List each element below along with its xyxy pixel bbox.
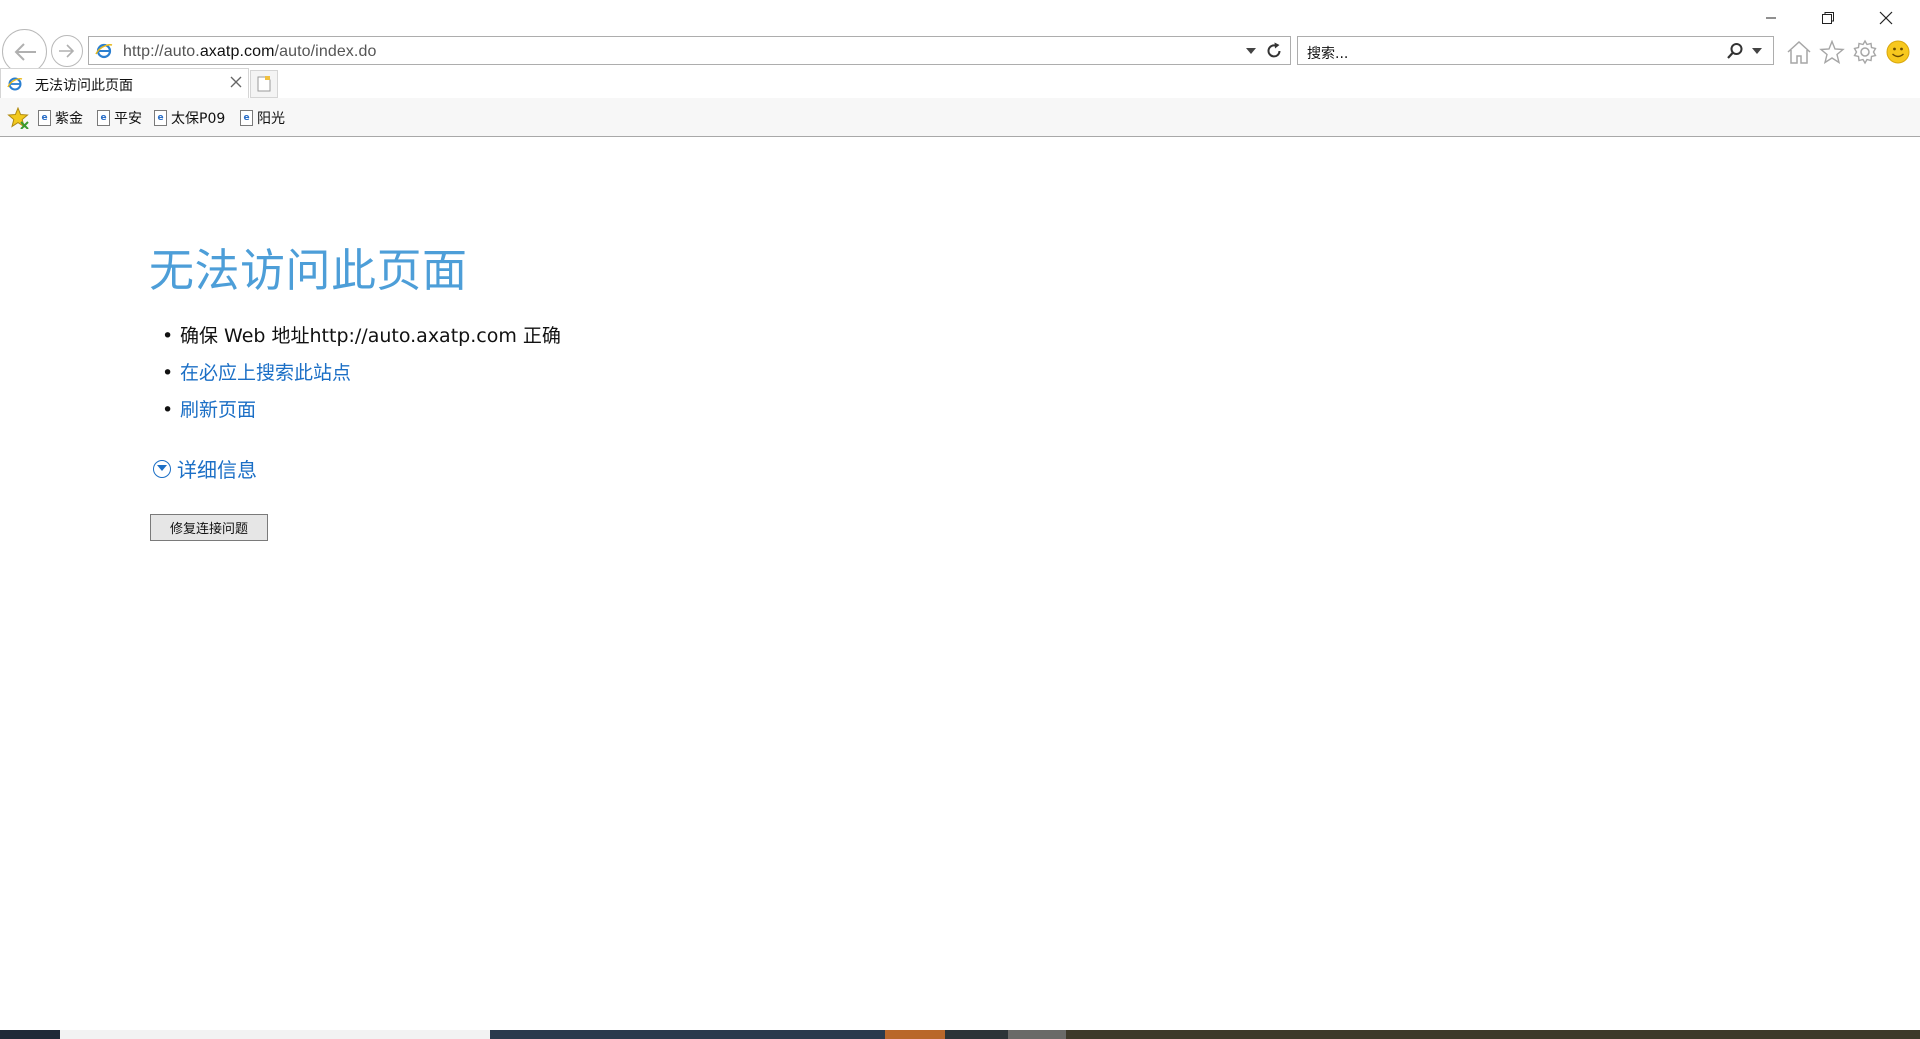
favorite-link-yangguang[interactable]: e 阳光	[240, 108, 285, 128]
taskbar-app[interactable]	[1008, 1030, 1066, 1039]
favorite-link-taibao[interactable]: e 太保P09	[154, 108, 225, 128]
fix-connection-button[interactable]: 修复连接问题	[150, 514, 268, 541]
details-label: 详细信息	[177, 458, 257, 482]
details-toggle[interactable]: 详细信息	[153, 454, 257, 483]
search-icon[interactable]	[1726, 42, 1744, 60]
error-headline: 无法访问此页面	[149, 244, 468, 297]
url-text: http://auto.axatp.com/auto/index.do	[123, 43, 377, 60]
taskbar-search[interactable]	[60, 1030, 490, 1039]
close-window-button[interactable]	[1858, 4, 1914, 32]
tab-title: 无法访问此页面	[35, 78, 133, 94]
taskbar-tray	[1066, 1030, 1920, 1039]
suggestion-refresh[interactable]: 刷新页面	[162, 392, 561, 429]
suggestion-search-bing[interactable]: 在必应上搜索此站点	[162, 355, 561, 392]
refresh-page-link[interactable]: 刷新页面	[180, 399, 256, 421]
tools-button[interactable]	[1851, 38, 1879, 66]
start-area[interactable]	[0, 1030, 60, 1039]
browser-toolbar: http://auto.axatp.com/auto/index.do 搜索..…	[0, 0, 1920, 74]
ie-page-icon: e	[97, 110, 110, 126]
address-dropdown-icon[interactable]	[1246, 48, 1256, 55]
refresh-icon[interactable]	[1265, 42, 1283, 60]
ie-page-icon: e	[240, 110, 253, 126]
page-content: 无法访问此页面 确保 Web 地址http://auto.axatp.com 正…	[0, 138, 1920, 1030]
ie-page-icon: e	[38, 110, 51, 126]
chevron-down-icon	[153, 459, 171, 478]
new-tab-button[interactable]	[250, 70, 278, 98]
suggestion-list: 确保 Web 地址http://auto.axatp.com 正确 在必应上搜索…	[162, 318, 561, 429]
favorite-link-zijin[interactable]: e 紫金	[38, 108, 83, 128]
forward-arrow-icon	[59, 44, 75, 58]
taskbar	[0, 1030, 1920, 1039]
restore-icon	[1822, 12, 1834, 24]
close-icon	[1879, 11, 1893, 25]
favorites-star-icon[interactable]	[7, 107, 29, 129]
favorites-button[interactable]	[1818, 38, 1846, 66]
favorite-link-pingan[interactable]: e 平安	[97, 108, 142, 128]
close-tab-button[interactable]	[230, 73, 242, 92]
restore-button[interactable]	[1800, 4, 1856, 32]
taskbar-app[interactable]	[945, 1030, 1008, 1039]
home-button[interactable]	[1785, 38, 1813, 66]
tab-active[interactable]: 无法访问此页面	[0, 68, 249, 98]
ie-page-icon: e	[154, 110, 167, 126]
back-arrow-icon	[14, 42, 36, 61]
minimize-icon	[1766, 17, 1776, 19]
forward-button[interactable]	[51, 35, 83, 67]
ie-page-icon	[95, 43, 113, 59]
close-tab-icon	[230, 76, 242, 88]
minimize-button[interactable]	[1743, 4, 1799, 32]
search-dropdown-icon[interactable]	[1752, 48, 1762, 55]
gear-icon	[1853, 39, 1877, 65]
feedback-button[interactable]	[1884, 38, 1912, 66]
star-icon	[1819, 40, 1845, 64]
new-tab-icon	[257, 76, 271, 92]
tab-strip: 无法访问此页面	[0, 68, 1920, 98]
search-box[interactable]: 搜索...	[1297, 36, 1774, 65]
ie-tab-icon	[7, 77, 23, 91]
smiley-icon	[1886, 40, 1910, 64]
taskbar-apps	[490, 1030, 885, 1039]
search-bing-link[interactable]: 在必应上搜索此站点	[180, 362, 351, 384]
search-placeholder: 搜索...	[1307, 46, 1349, 62]
taskbar-app-active[interactable]	[885, 1030, 945, 1039]
favorites-bar: e 紫金 e 平安 e 太保P09 e 阳光	[0, 98, 1920, 137]
suggestion-check-url: 确保 Web 地址http://auto.axatp.com 正确	[162, 318, 561, 355]
home-icon	[1787, 40, 1811, 64]
address-bar[interactable]: http://auto.axatp.com/auto/index.do	[88, 36, 1291, 65]
